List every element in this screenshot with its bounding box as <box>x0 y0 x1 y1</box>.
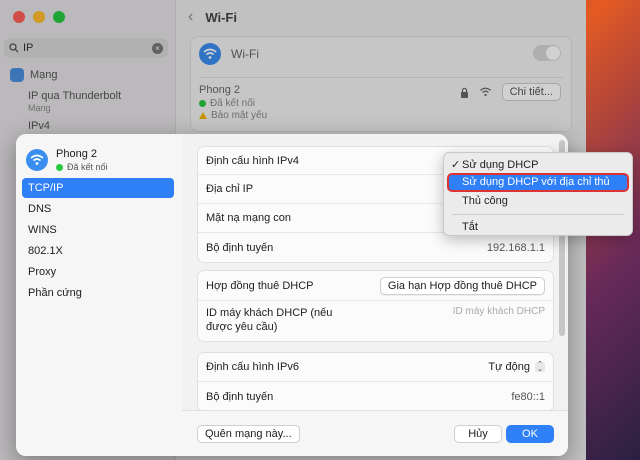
menu-item-use-dhcp[interactable]: ✓ Sử dụng DHCP <box>448 157 628 174</box>
ipv6-router-row: Bộ định tuyến fe80::1 <box>198 382 553 411</box>
status-text: Đã kết nối <box>67 162 108 172</box>
connected-dot-icon <box>56 163 63 171</box>
ok-button[interactable]: OK <box>506 425 554 443</box>
dhcp-lease-row: Hợp đồng thuê DHCP Gia hạn Hợp đồng thuê… <box>198 271 553 301</box>
router-value: 192.168.1.1 <box>486 241 545 254</box>
ipv6-router-value: fe80::1 <box>511 390 545 403</box>
nav-item-8021x[interactable]: 802.1X <box>22 241 174 261</box>
dhcp-client-id-row: ID máy khách DHCP (nếu được yêu cầu) ID … <box>198 301 553 341</box>
ipv4-configure-menu: ✓ Sử dụng DHCP Sử dụng DHCP với địa chỉ … <box>443 152 633 236</box>
sheet-network-status: Đã kết nối <box>56 162 108 172</box>
menu-item-off[interactable]: Tắt <box>448 219 628 236</box>
dhcp-client-id-input[interactable]: ID máy khách DHCP <box>453 306 545 317</box>
nav-item-dns[interactable]: DNS <box>22 199 174 219</box>
up-down-chevron-icon: ⌃ ⌄ <box>535 361 545 373</box>
forget-network-button[interactable]: Quên mạng này... <box>197 425 300 443</box>
ip-address-label: Địa chỉ IP <box>206 183 254 195</box>
sheet-sidebar: Phong 2 Đã kết nối TCP/IP DNS WINS 802.1… <box>16 134 182 456</box>
wifi-icon <box>26 149 48 171</box>
sheet-network-header: Phong 2 Đã kết nối <box>26 148 108 172</box>
nav-item-wins[interactable]: WINS <box>22 220 174 240</box>
checkmark-icon: ✓ <box>451 159 461 171</box>
ipv6-configure-row: Định cấu hình IPv6 Tự động ⌃ ⌄ <box>198 353 553 382</box>
ipv6-router-label: Bộ định tuyến <box>206 390 274 403</box>
subnet-label: Mặt nạ mạng con <box>206 212 291 224</box>
menu-item-manual[interactable]: Thủ công <box>448 193 628 210</box>
nav-item-proxy[interactable]: Proxy <box>22 262 174 282</box>
ipv6-configure-value: Tự động <box>488 361 530 373</box>
renew-dhcp-button[interactable]: Gia hạn Hợp đồng thuê DHCP <box>379 276 545 295</box>
ipv6-configure-label: Định cấu hình IPv6 <box>206 361 299 373</box>
dhcp-group: Hợp đồng thuê DHCP Gia hạn Hợp đồng thuê… <box>197 270 554 342</box>
menu-item-label: Thủ công <box>462 195 508 207</box>
router-label: Bộ định tuyến <box>206 241 274 254</box>
sheet-nav: TCP/IP DNS WINS 802.1X Proxy Phần cứng <box>22 178 174 304</box>
menu-separator <box>452 214 624 215</box>
cancel-button[interactable]: Hủy <box>454 425 502 443</box>
ipv4-configure-label: Định cấu hình IPv4 <box>206 154 299 167</box>
ipv6-configure-select[interactable]: Tự động ⌃ ⌄ <box>488 361 545 373</box>
sheet-network-name: Phong 2 <box>56 148 97 160</box>
nav-item-hardware[interactable]: Phần cứng <box>22 283 174 303</box>
menu-item-dhcp-manual-address[interactable]: Sử dụng DHCP với địa chỉ thủ công <box>447 173 629 205</box>
menu-item-label: Tắt <box>462 221 478 233</box>
dhcp-lease-label: Hợp đồng thuê DHCP <box>206 279 314 292</box>
router-row: Bộ định tuyến 192.168.1.1 <box>198 233 553 262</box>
dhcp-client-id-label: ID máy khách DHCP (nếu được yêu cầu) <box>206 307 333 333</box>
nav-item-tcpip[interactable]: TCP/IP <box>22 178 174 198</box>
sheet-footer: Quên mạng này... Hủy OK <box>182 410 568 456</box>
menu-item-label: Sử dụng DHCP <box>462 159 539 171</box>
ipv6-group: Định cấu hình IPv6 Tự động ⌃ ⌄ Bộ định tu… <box>197 352 554 412</box>
